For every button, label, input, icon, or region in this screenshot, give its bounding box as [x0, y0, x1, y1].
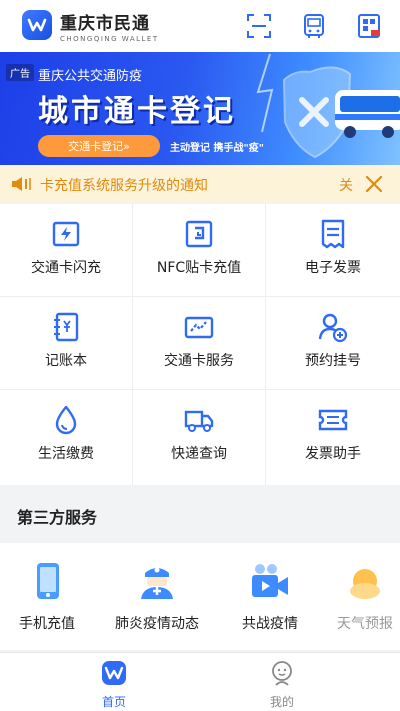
app-logo-icon [22, 10, 52, 40]
tab-home[interactable]: 首页 [74, 657, 154, 709]
service-ledger[interactable]: 记账本 [0, 297, 133, 390]
third-party-label: 共战疫情 [242, 616, 298, 632]
video-icon [252, 564, 288, 597]
nfc-icon [185, 220, 213, 248]
brand-name: 重庆市民通 [60, 14, 150, 34]
megaphone-icon [12, 177, 31, 191]
flash-charge-icon [52, 221, 80, 247]
service-label: 发票助手 [305, 446, 361, 462]
service-label: 记账本 [45, 353, 87, 369]
third-party-list[interactable]: 手机充值 肺炎疫情动态 共战疫情 天气预报 [0, 543, 400, 650]
promo-banner[interactable]: 广告 重庆公共交通防疫 城市通卡登记 交通卡登记» 主动登记 携手战"疫" [0, 52, 400, 165]
section-title: 第三方服务 [17, 508, 98, 527]
doctor-icon [141, 567, 173, 599]
tab-label: 我的 [269, 695, 294, 709]
service-label: 预约挂号 [305, 353, 361, 369]
home-icon [102, 661, 126, 685]
service-label: 交通卡闪充 [31, 260, 101, 276]
delivery-truck-icon [184, 410, 214, 432]
service-invoice-assistant[interactable]: 发票助手 [266, 390, 400, 485]
service-label: 电子发票 [305, 260, 361, 276]
invoice-assistant-icon [318, 409, 348, 431]
scan-icon[interactable] [246, 13, 272, 39]
service-nfc-recharge[interactable]: NFC贴卡充值 [133, 204, 266, 297]
qr-pay-icon[interactable] [356, 13, 382, 39]
shield-bus-illustration [256, 53, 400, 159]
ad-tag: 广告 [6, 64, 34, 81]
tab-mine[interactable]: 我的 [242, 657, 322, 709]
ledger-icon [54, 312, 79, 342]
notice-text: 卡充值系统服务升级的通知 [40, 178, 208, 194]
third-party-epidemic-news[interactable]: 肺炎疫情动态 [102, 561, 212, 641]
bus-card-icon[interactable] [301, 13, 327, 39]
app-header: 重庆市民通 CHONGQING WALLET [0, 0, 400, 52]
tab-label: 首页 [101, 695, 126, 709]
service-label: 生活缴费 [38, 446, 94, 462]
profile-icon [272, 661, 292, 686]
third-party-label: 手机充值 [19, 616, 75, 632]
notice-tail-text: 关 [339, 178, 353, 194]
service-transit-card[interactable]: 交通卡服务 [133, 297, 266, 390]
weather-icon [350, 569, 380, 599]
e-invoice-icon [321, 219, 345, 249]
third-party-fight-epidemic[interactable]: 共战疫情 [215, 561, 325, 641]
service-appointment[interactable]: 预约挂号 [266, 297, 400, 390]
third-party-label: 肺炎疫情动态 [115, 616, 199, 632]
appointment-icon [318, 313, 348, 343]
notice-bar[interactable]: 卡充值系统服务升级的通知 关 [0, 165, 400, 202]
brand-name-en: CHONGQING WALLET [60, 35, 159, 43]
service-label: 交通卡服务 [164, 353, 234, 369]
brand: 重庆市民通 CHONGQING WALLET [60, 9, 159, 43]
service-label: NFC贴卡充值 [156, 260, 242, 276]
third-party-weather[interactable]: 天气预报 [310, 561, 400, 641]
banner-register-button[interactable]: 交通卡登记» [38, 135, 160, 157]
service-delivery-tracking[interactable]: 快递查询 [133, 390, 266, 485]
service-flash-charge[interactable]: 交通卡闪充 [0, 204, 133, 297]
service-grid: 交通卡闪充 NFC贴卡充值 电子发票 记账本 交通卡服务 预约挂号 生活缴费 快… [0, 204, 400, 485]
card-service-icon [184, 316, 214, 339]
close-icon[interactable] [364, 174, 384, 194]
service-label: 快递查询 [171, 446, 227, 462]
third-party-header: 第三方服务 [0, 487, 400, 543]
phone-recharge-icon [37, 563, 59, 599]
service-utility-payment[interactable]: 生活缴费 [0, 390, 133, 485]
banner-subtitle: 重庆公共交通防疫 [38, 69, 143, 84]
bottom-tab-bar: 首页 我的 [0, 652, 400, 711]
third-party-label: 天气预报 [337, 616, 393, 632]
third-party-phone-recharge[interactable]: 手机充值 [0, 561, 102, 641]
service-e-invoice[interactable]: 电子发票 [266, 204, 400, 297]
utility-payment-icon [55, 405, 77, 435]
banner-title: 城市通卡登记 [38, 94, 236, 129]
